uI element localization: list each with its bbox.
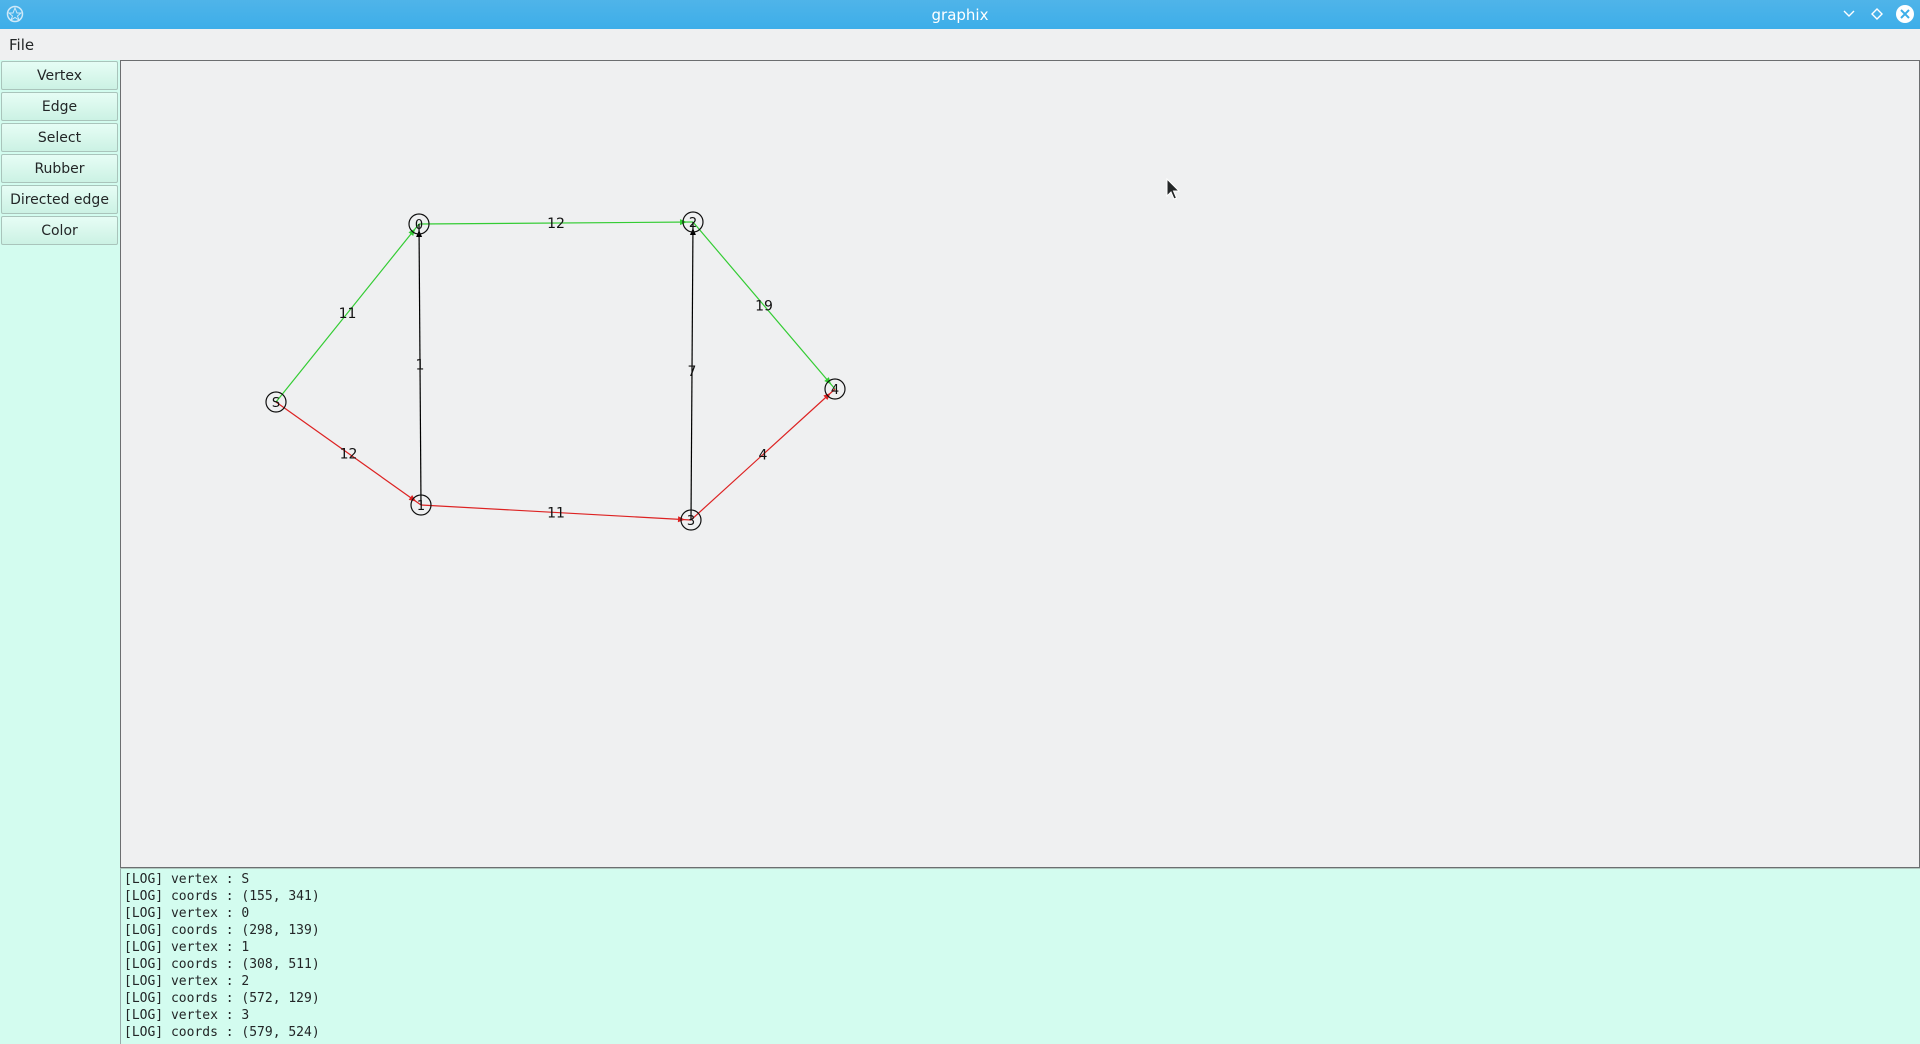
graph-canvas[interactable]: 11 12 19 12 11 4 1 7 S 0 1 2 3 4 <box>120 60 1920 868</box>
log-line: [LOG] vertex : 0 <box>124 906 250 921</box>
edge-weight-label: 4 <box>759 448 768 464</box>
vertex-label: 1 <box>417 499 425 514</box>
close-icon[interactable] <box>1894 3 1916 25</box>
log-line: [LOG] coords : (308, 511) <box>124 957 320 972</box>
vertex-tool-button[interactable]: Vertex <box>1 61 118 90</box>
graph-drawing[interactable]: 111219121141 7S01234 <box>121 61 1919 867</box>
maximize-icon[interactable] <box>1866 3 1888 25</box>
edge-weight-label: 19 <box>755 299 773 315</box>
edge-weight-label: 7 <box>688 364 697 380</box>
color-tool-button[interactable]: Color <box>1 216 118 245</box>
log-line: [LOG] vertex : 3 <box>124 1008 250 1023</box>
select-tool-button[interactable]: Select <box>1 123 118 152</box>
log-line: [LOG] vertex : S <box>124 872 250 887</box>
log-line: [LOG] coords : (572, 129) <box>124 991 320 1006</box>
rubber-tool-button[interactable]: Rubber <box>1 154 118 183</box>
menu-bar: File <box>0 29 1920 60</box>
minimize-icon[interactable] <box>1838 3 1860 25</box>
edge-weight-label: 12 <box>340 447 358 463</box>
log-line: [LOG] coords : (579, 524) <box>124 1025 320 1040</box>
log-line: [LOG] coords : (298, 139) <box>124 923 320 938</box>
tool-panel: Vertex Edge Select Rubber Directed edge … <box>0 60 120 1044</box>
vertex-label: S <box>272 396 280 411</box>
log-line: [LOG] vertex : 2 <box>124 974 250 989</box>
menu-file[interactable]: File <box>9 36 34 54</box>
vertex-label: 3 <box>687 514 695 529</box>
app-icon <box>6 5 24 23</box>
vertex-label: 4 <box>831 383 839 398</box>
directed-edge-tool-button[interactable]: Directed edge <box>1 185 118 214</box>
vertex-S[interactable]: S <box>265 391 287 413</box>
edge-weight-label: 11 <box>547 506 565 522</box>
title-bar: graphix <box>0 0 1920 29</box>
edge-weight-label: 1 <box>416 358 425 374</box>
mouse-cursor-icon <box>1166 178 1181 200</box>
edge-weight-label: 11 <box>339 306 357 322</box>
edge-tool-button[interactable]: Edge <box>1 92 118 121</box>
window-title: graphix <box>931 5 989 24</box>
edge-weight-label: 12 <box>547 216 565 232</box>
vertex-label: 2 <box>689 216 697 231</box>
vertex-label: 0 <box>415 218 423 233</box>
log-line: [LOG] vertex : 1 <box>124 940 250 955</box>
log-panel: [LOG] vertex : S [LOG] coords : (155, 341… <box>120 868 1920 1044</box>
log-line: [LOG] coords : (155, 341) <box>124 889 320 904</box>
vertex-4[interactable]: 4 <box>824 378 846 400</box>
